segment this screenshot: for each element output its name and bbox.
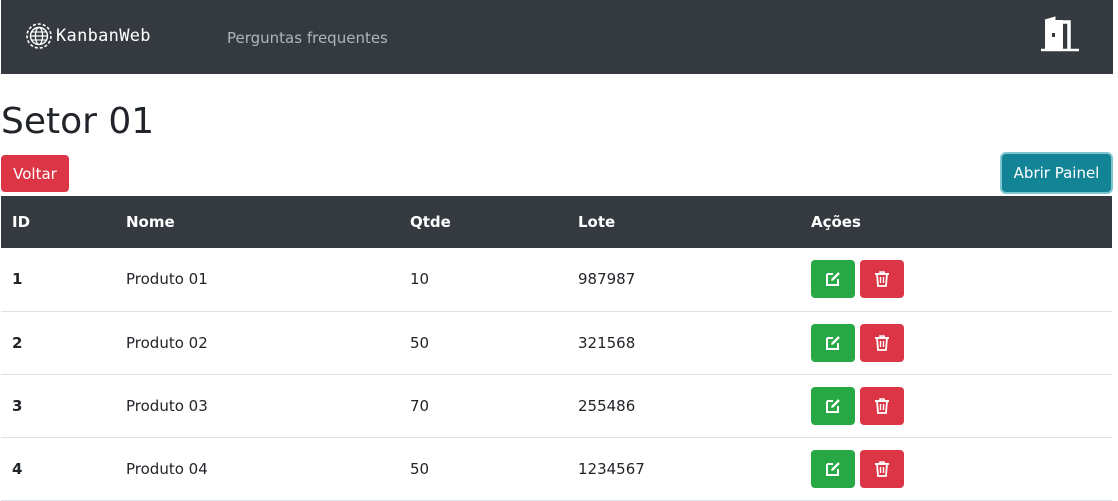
- trash-icon: [875, 271, 889, 288]
- table-row: 3 Produto 03 70 255486: [1, 374, 1112, 437]
- edit-button[interactable]: [811, 260, 855, 299]
- edit-icon: [826, 461, 840, 476]
- cell-nome: Produto 01: [126, 270, 208, 289]
- table-row: 1 Produto 01 10 987987: [1, 248, 1112, 311]
- edit-icon: [826, 398, 840, 413]
- delete-button[interactable]: [860, 449, 904, 488]
- cell-nome: Produto 04: [126, 459, 208, 478]
- cell-lote: 255486: [578, 396, 636, 415]
- cell-qtde: 50: [410, 459, 430, 478]
- header-qtde: Qtde: [410, 213, 451, 231]
- edit-button[interactable]: [811, 449, 855, 488]
- cell-id: 1: [12, 270, 23, 289]
- cell-lote: 987987: [578, 270, 636, 289]
- edit-button[interactable]: [811, 386, 855, 425]
- table-header: ID Nome Qtde Lote Ações: [1, 196, 1112, 248]
- cell-acoes: [800, 311, 1112, 374]
- table-row: 4 Produto 04 50 1234567: [1, 437, 1112, 500]
- navbar: KanbanWeb Perguntas frequentes: [1, 0, 1113, 74]
- cell-lote: 321568: [578, 333, 636, 352]
- trash-icon: [875, 334, 889, 351]
- delete-button[interactable]: [860, 386, 904, 425]
- cell-qtde: 70: [410, 396, 430, 415]
- delete-button[interactable]: [860, 260, 904, 299]
- cell-qtde: 50: [410, 333, 430, 352]
- page-title: Setor 01: [1, 101, 155, 142]
- door-exit-icon[interactable]: [1039, 16, 1081, 56]
- cell-acoes: [800, 374, 1112, 437]
- back-button[interactable]: Voltar: [1, 155, 69, 192]
- cell-qtde: 10: [410, 270, 430, 289]
- table-row: 2 Produto 02 50 321568: [1, 311, 1112, 374]
- edit-button[interactable]: [811, 323, 855, 362]
- trash-icon: [875, 460, 889, 477]
- trash-icon: [875, 397, 889, 414]
- cell-lote: 1234567: [578, 459, 645, 478]
- cell-acoes: [800, 248, 1112, 311]
- brand-name: KanbanWeb: [56, 26, 151, 46]
- products-table: ID Nome Qtde Lote Ações 1 Produto 01 10 …: [1, 196, 1112, 501]
- cell-id: 2: [12, 333, 23, 352]
- cell-acoes: [800, 437, 1112, 500]
- header-nome: Nome: [126, 213, 175, 231]
- edit-icon: [826, 335, 840, 350]
- cell-id: 3: [12, 396, 23, 415]
- cell-id: 4: [12, 459, 23, 478]
- brand-logo[interactable]: KanbanWeb: [25, 22, 151, 50]
- nav-link-faq[interactable]: Perguntas frequentes: [227, 29, 388, 47]
- open-panel-button[interactable]: Abrir Painel: [1002, 154, 1111, 192]
- globe-icon: [26, 23, 52, 49]
- delete-button[interactable]: [860, 323, 904, 362]
- cell-nome: Produto 02: [126, 333, 208, 352]
- header-lote: Lote: [578, 213, 616, 231]
- header-acoes: Ações: [811, 213, 861, 231]
- cell-nome: Produto 03: [126, 396, 208, 415]
- header-id: ID: [12, 213, 31, 231]
- edit-icon: [826, 272, 840, 287]
